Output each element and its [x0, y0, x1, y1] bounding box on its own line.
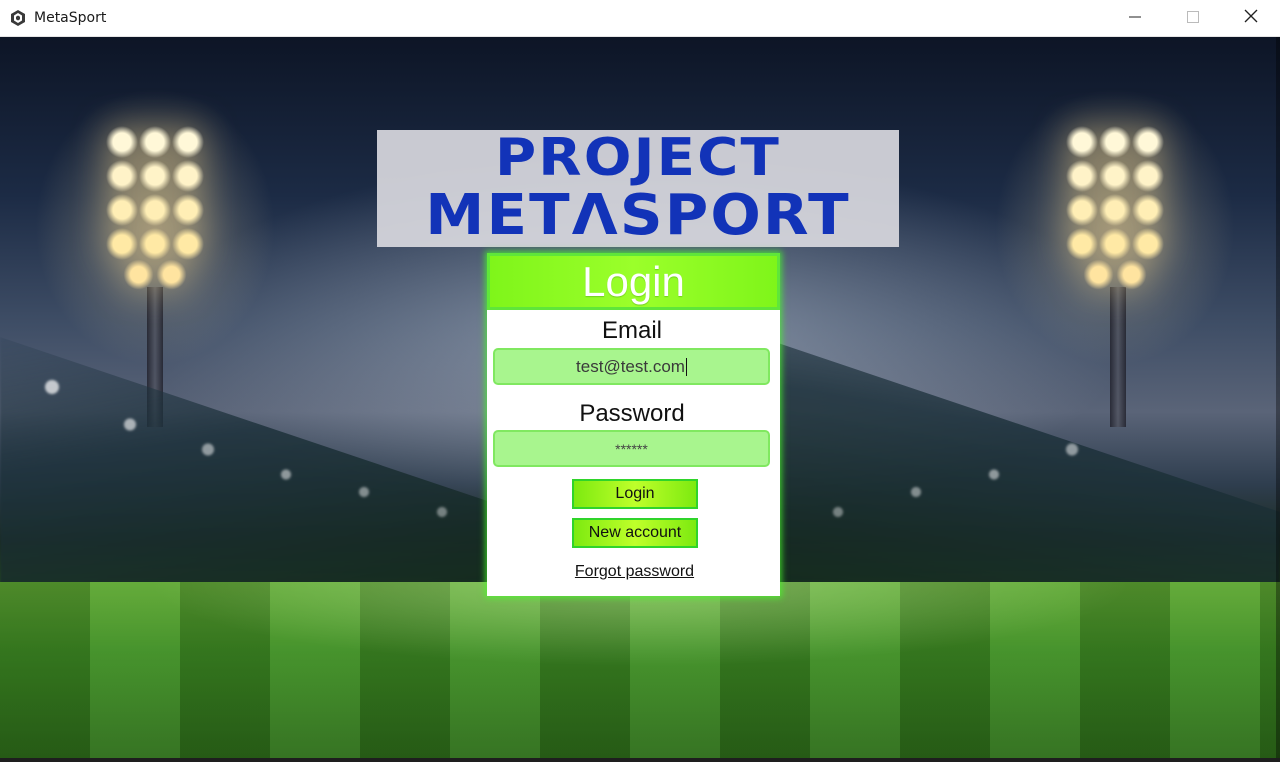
email-value: test@test.com: [576, 356, 685, 376]
password-field[interactable]: ******: [493, 430, 770, 467]
window-title: MetaSport: [34, 10, 107, 26]
window-edge: [1276, 37, 1280, 758]
floodlight-pole-right: [1110, 287, 1126, 427]
project-logo: PROJECT METΛSPORT: [377, 130, 899, 247]
close-icon: [1244, 9, 1258, 28]
window-controls: [1106, 0, 1280, 37]
floodlight-left: [100, 125, 210, 295]
metasport-app-icon: [9, 9, 27, 27]
maximize-button[interactable]: [1164, 0, 1222, 37]
password-mask: ******: [615, 440, 648, 457]
minimize-button[interactable]: [1106, 0, 1164, 37]
login-header: Login: [487, 253, 780, 310]
new-account-button[interactable]: New account: [572, 518, 698, 548]
email-field[interactable]: test@test.com: [493, 348, 770, 385]
title-bar[interactable]: MetaSport: [0, 0, 1280, 37]
logo-line-metasport: METΛSPORT: [425, 183, 851, 248]
forgot-password-link[interactable]: Forgot password: [487, 563, 782, 581]
email-label: Email: [601, 317, 662, 344]
minimize-icon: [1129, 10, 1141, 28]
password-label: Password: [579, 400, 685, 427]
taskbar-strip: [0, 758, 1280, 762]
close-button[interactable]: [1222, 0, 1280, 37]
floodlight-right: [1060, 125, 1170, 295]
text-caret: [685, 357, 687, 376]
app-window: MetaSport PROJECT METΛSPORT Login Email …: [0, 0, 1280, 762]
pitch-grass: [0, 582, 1280, 758]
login-title: Login: [582, 257, 685, 305]
logo-line-project: PROJECT: [494, 128, 782, 188]
login-button[interactable]: Login: [572, 479, 698, 509]
login-panel: Login Email test@test.com Password *****…: [487, 253, 780, 596]
maximize-icon: [1187, 10, 1199, 28]
